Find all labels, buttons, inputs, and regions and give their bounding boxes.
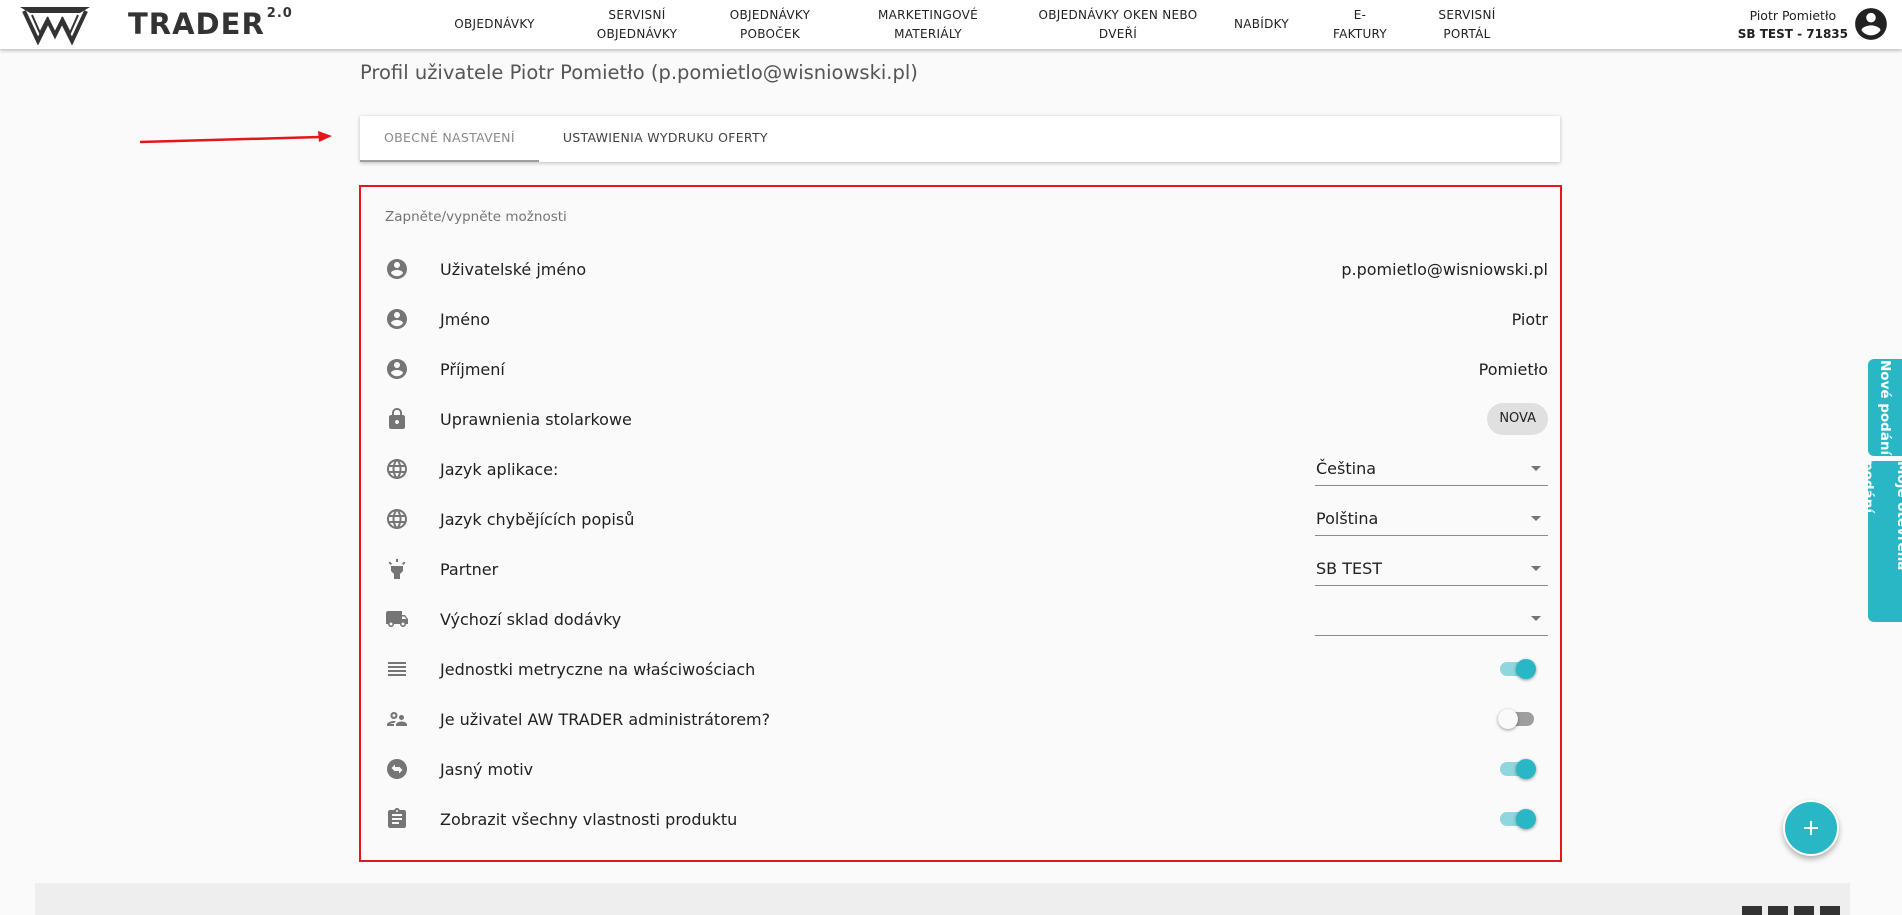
account-circle-icon xyxy=(385,257,409,281)
nav-window-door-orders[interactable]: OBJEDNÁVKY OKEN NEBO DVEŘÍ xyxy=(1033,6,1203,44)
setting-row-username: Uživatelské jméno p.pomietlo@wisniowski.… xyxy=(385,244,1548,294)
social-icon[interactable] xyxy=(1742,906,1762,915)
lock-icon xyxy=(385,407,409,431)
brand-name: TRADER 2.0 xyxy=(128,6,293,41)
app-language-select[interactable]: Čeština xyxy=(1315,452,1548,486)
first-name-value: Piotr xyxy=(1511,309,1548,329)
setting-row-joinery-permissions: Uprawnienia stolarkowe NOVA xyxy=(385,394,1548,444)
account-circle-icon xyxy=(385,307,409,331)
setting-row-show-all-properties: Zobrazit všechny vlastnosti produktu xyxy=(385,794,1548,844)
setting-row-first-name: Jméno Piotr xyxy=(385,294,1548,344)
settings-tabs: OBECNÉ NASTAVENÍ USTAWIENIA WYDRUKU OFER… xyxy=(360,116,1560,162)
dropdown-caret-icon xyxy=(1531,466,1541,471)
footer xyxy=(35,883,1850,915)
red-arrow-annotation xyxy=(139,131,332,144)
missing-descriptions-language-select[interactable]: Polština xyxy=(1315,502,1548,536)
select-value: Čeština xyxy=(1316,459,1377,478)
setting-label: Jazyk chybějících popisů xyxy=(440,509,635,529)
w-logo-icon xyxy=(20,7,90,45)
nav-e-invoices[interactable]: E- FAKTURY xyxy=(1325,6,1395,44)
username-value: p.pomietlo@wisniowski.pl xyxy=(1341,259,1548,279)
settings-panel: Zapněte/vypněte možnosti Uživatelské jmé… xyxy=(359,185,1562,862)
setting-label: Je uživatel AW TRADER administrátorem? xyxy=(440,709,771,729)
social-icon[interactable] xyxy=(1794,906,1814,915)
nav-service-orders[interactable]: SERVISNÍ OBJEDNÁVKY xyxy=(594,6,680,44)
social-icon[interactable] xyxy=(1768,906,1788,915)
dropdown-caret-icon xyxy=(1531,616,1541,621)
last-name-value: Pomietło xyxy=(1478,359,1548,379)
user-info[interactable]: Piotr Pomietło SB TEST - 71835 xyxy=(1738,6,1848,44)
tab-general-settings[interactable]: OBECNÉ NASTAVENÍ xyxy=(360,116,539,162)
default-warehouse-select[interactable] xyxy=(1315,602,1548,636)
setting-label: Jednostki metryczne na właściwościach xyxy=(440,659,756,679)
brand-logo[interactable]: TRADER 2.0 xyxy=(18,3,293,45)
setting-row-metric-units: Jednostki metryczne na właściwościach xyxy=(385,644,1548,694)
main-nav: OBJEDNÁVKY SERVISNÍ OBJEDNÁVKY OBJEDNÁVK… xyxy=(437,0,1507,49)
account-circle-icon[interactable] xyxy=(1852,5,1890,43)
setting-label: Zobrazit všechny vlastnosti produktu xyxy=(440,809,738,829)
show-all-properties-toggle[interactable] xyxy=(1500,809,1536,829)
nav-marketing-materials[interactable]: MARKETINGOVÉ MATERIÁLY xyxy=(868,6,988,44)
light-theme-toggle[interactable] xyxy=(1500,759,1536,779)
setting-label: Jméno xyxy=(440,309,491,329)
settings-header: Zapněte/vypněte možnosti xyxy=(385,209,567,225)
permission-chip-nova[interactable]: NOVA xyxy=(1487,403,1548,435)
nav-orders[interactable]: OBJEDNÁVKY xyxy=(437,15,552,34)
setting-row-admin: Je uživatel AW TRADER administrátorem? xyxy=(385,694,1548,744)
setting-label: Uživatelské jméno xyxy=(440,259,587,279)
setting-label: Jazyk aplikace: xyxy=(440,459,559,479)
list-icon xyxy=(385,657,409,681)
setting-row-default-warehouse: Výchozí sklad dodávky xyxy=(385,594,1548,644)
setting-label: Příjmení xyxy=(440,359,505,379)
dropdown-caret-icon xyxy=(1531,566,1541,571)
account-circle-icon xyxy=(385,357,409,381)
social-icon[interactable] xyxy=(1820,906,1840,915)
tab-offer-print-settings[interactable]: USTAWIENIA WYDRUKU OFERTY xyxy=(539,116,792,162)
clipboard-icon xyxy=(385,807,409,831)
partner-select[interactable]: SB TEST xyxy=(1315,552,1548,586)
user-name: Piotr Pomietło xyxy=(1749,8,1837,23)
globe-icon xyxy=(385,457,409,481)
setting-label: Výchozí sklad dodávky xyxy=(440,609,622,629)
admin-toggle[interactable] xyxy=(1498,709,1536,729)
truck-icon xyxy=(385,607,409,631)
select-value: SB TEST xyxy=(1316,559,1383,578)
supervisor-icon xyxy=(385,707,409,731)
page-title: Profil uživatele Piotr Pomietło (p.pomie… xyxy=(360,61,918,84)
light-icon xyxy=(385,557,409,581)
nav-branch-orders[interactable]: OBJEDNÁVKY POBOČEK xyxy=(720,6,820,44)
dropdown-caret-icon xyxy=(1531,516,1541,521)
globe-icon xyxy=(385,507,409,531)
add-fab-button[interactable] xyxy=(1783,800,1839,856)
new-submission-tab[interactable]: Nové podání xyxy=(1868,359,1902,456)
my-open-submissions-tab[interactable]: Moje otevřená podání xyxy=(1860,461,1902,622)
setting-row-partner: Partner SB TEST xyxy=(385,544,1548,594)
select-value: Polština xyxy=(1316,509,1379,528)
setting-row-last-name: Příjmení Pomietło xyxy=(385,344,1548,394)
setting-label: Partner xyxy=(440,559,499,579)
plus-icon xyxy=(1804,821,1818,835)
nav-service-portal[interactable]: SERVISNÍ PORTÁL xyxy=(1427,6,1507,44)
metric-units-toggle[interactable] xyxy=(1500,659,1536,679)
setting-row-light-theme: Jasný motiv xyxy=(385,744,1548,794)
user-company: SB TEST - 71835 xyxy=(1737,27,1848,41)
setting-row-missing-descriptions-language: Jazyk chybějících popisů Polština xyxy=(385,494,1548,544)
setting-row-app-language: Jazyk aplikace: Čeština xyxy=(385,444,1548,494)
setting-label: Jasný motiv xyxy=(440,759,534,779)
swap-icon xyxy=(385,757,409,781)
setting-label: Uprawnienia stolarkowe xyxy=(440,409,632,429)
top-bar: TRADER 2.0 OBJEDNÁVKY SERVISNÍ OBJEDNÁVKY… xyxy=(0,0,1902,49)
nav-offers[interactable]: NABÍDKY xyxy=(1224,15,1299,34)
